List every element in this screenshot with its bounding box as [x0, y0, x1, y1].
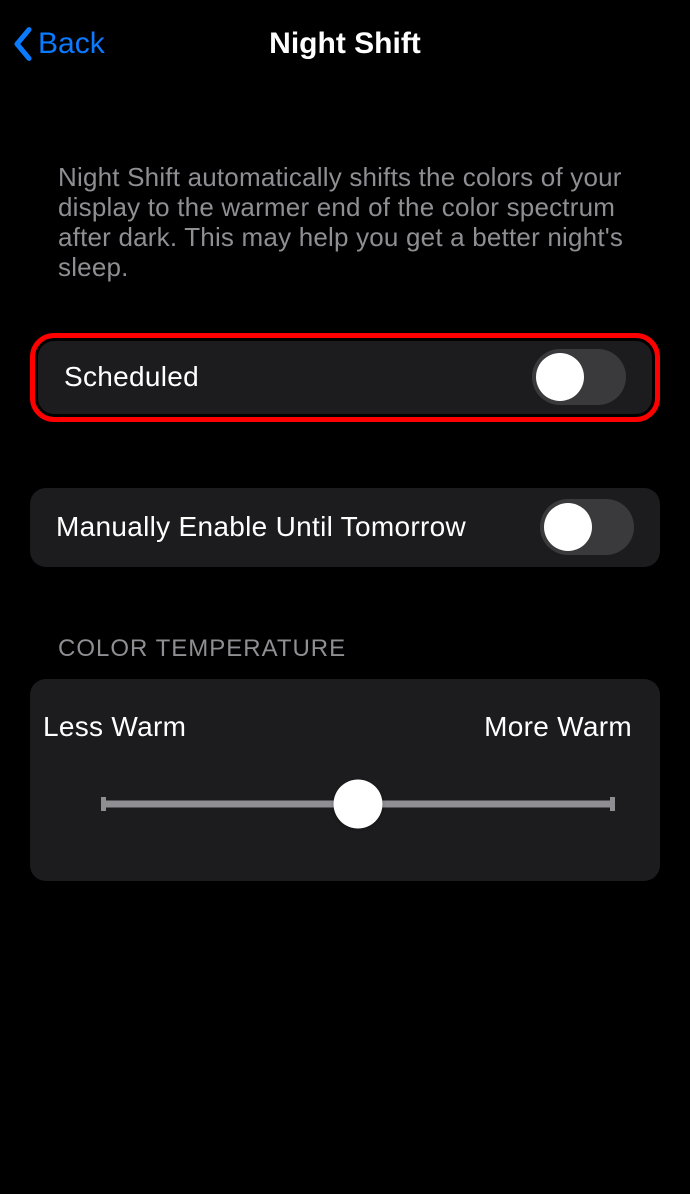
slider-knob[interactable]: [334, 779, 383, 828]
manual-enable-row[interactable]: Manually Enable Until Tomorrow: [30, 488, 660, 567]
toggle-knob: [544, 503, 592, 551]
manual-row-wrapper: Manually Enable Until Tomorrow: [30, 488, 660, 567]
content: Night Shift automatically shifts the col…: [0, 88, 690, 881]
toggle-knob: [536, 353, 584, 401]
more-warm-label: More Warm: [484, 711, 632, 743]
scheduled-row[interactable]: Scheduled: [38, 341, 652, 414]
page-title: Night Shift: [269, 27, 421, 61]
slider-tick-left: [101, 797, 106, 811]
temperature-labels: Less Warm More Warm: [43, 711, 632, 743]
back-label: Back: [38, 27, 105, 61]
less-warm-label: Less Warm: [43, 711, 186, 743]
back-button[interactable]: Back: [12, 0, 105, 88]
slider-tick-right: [610, 797, 615, 811]
scheduled-label: Scheduled: [64, 361, 199, 393]
scheduled-toggle[interactable]: [532, 349, 626, 405]
manual-enable-toggle[interactable]: [540, 499, 634, 555]
scheduled-row-highlight: Scheduled: [30, 333, 660, 422]
manual-enable-label: Manually Enable Until Tomorrow: [56, 511, 466, 543]
color-temperature-slider[interactable]: [101, 779, 615, 829]
description-text: Night Shift automatically shifts the col…: [0, 88, 690, 283]
header: Back Night Shift: [0, 0, 690, 88]
color-temperature-header: COLOR TEMPERATURE: [58, 635, 634, 663]
color-temperature-panel: Less Warm More Warm: [30, 679, 660, 881]
chevron-left-icon: [12, 26, 34, 62]
